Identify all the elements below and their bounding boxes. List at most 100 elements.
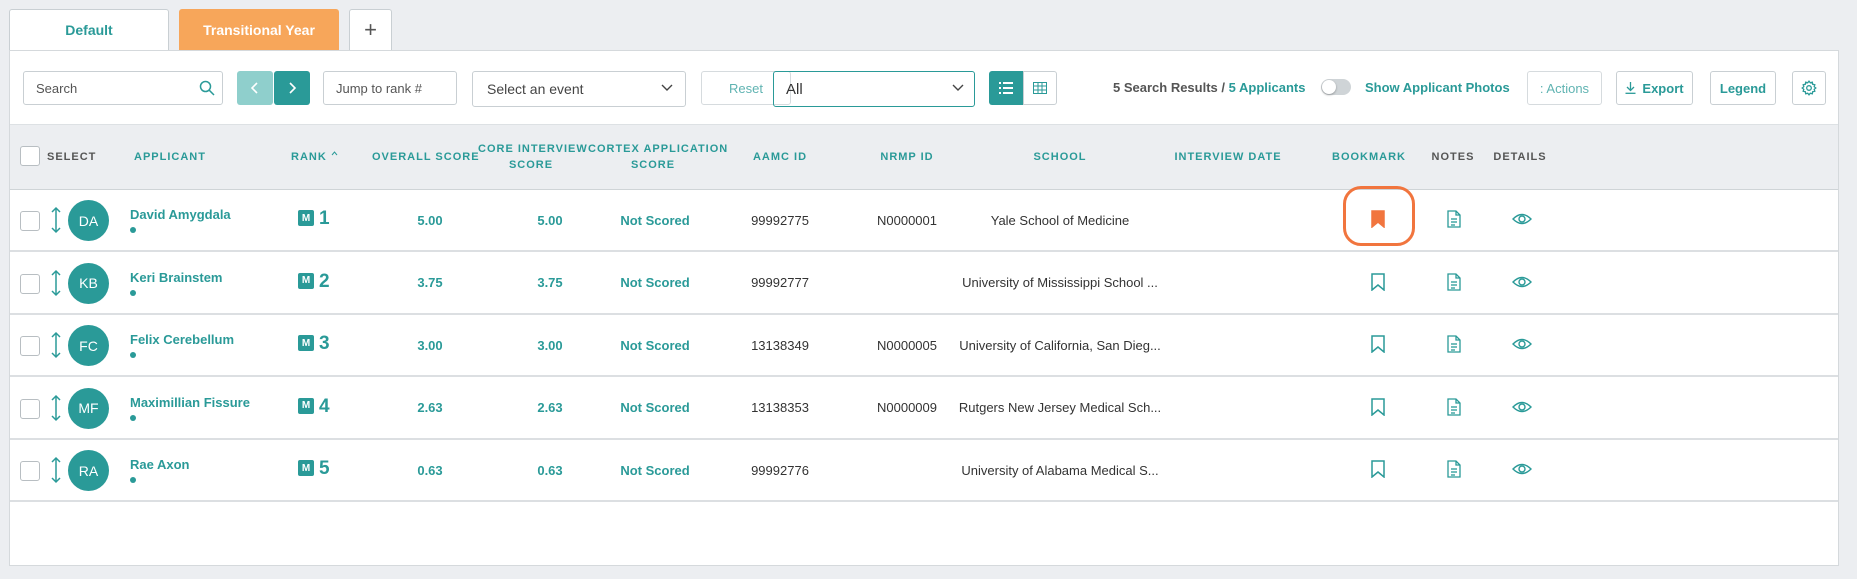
- nrmp-id: [867, 253, 947, 313]
- bookmark-icon[interactable]: [1371, 210, 1385, 228]
- avatar[interactable]: KB: [68, 262, 109, 304]
- filter-select-label: All: [786, 80, 803, 98]
- applicant-name-link[interactable]: Felix Cerebellum: [130, 332, 234, 347]
- bookmark-icon[interactable]: [1371, 335, 1385, 354]
- search-input[interactable]: [24, 72, 196, 104]
- column-rank-label: RANK: [291, 151, 327, 163]
- overall-score: 3.00: [417, 337, 443, 353]
- eye-icon[interactable]: [1512, 212, 1532, 226]
- row-select-checkbox[interactable]: [20, 273, 40, 294]
- event-select[interactable]: Select an event: [472, 71, 686, 107]
- filter-select[interactable]: All: [773, 71, 975, 107]
- applicant-name-link[interactable]: Rae Axon: [130, 457, 189, 472]
- rank-number: 3: [319, 333, 330, 355]
- drag-handle-icon[interactable]: [50, 394, 62, 422]
- status-dot: [130, 414, 136, 421]
- aamc-id: 13138353: [751, 400, 809, 416]
- column-overall-score[interactable]: OVERALL SCORE: [372, 149, 480, 165]
- jump-to-rank-input[interactable]: [324, 72, 456, 104]
- grid-view-button[interactable]: [1023, 71, 1057, 105]
- bookmark-icon[interactable]: [1371, 460, 1385, 479]
- tab-transitional-year[interactable]: Transitional Year: [179, 9, 339, 51]
- chevron-down-icon: [952, 84, 964, 91]
- column-applicant[interactable]: APPLICANT: [134, 149, 206, 165]
- column-cortex-line2: SCORE: [630, 159, 676, 171]
- results-applicants-link[interactable]: 5 Applicants: [1229, 80, 1306, 95]
- applicant-name-link[interactable]: David Amygdala: [130, 207, 231, 222]
- drag-handle-icon[interactable]: [50, 269, 62, 297]
- next-button[interactable]: [274, 71, 310, 105]
- tab-default[interactable]: Default: [9, 9, 169, 51]
- applicant-name-link[interactable]: Maximillian Fissure: [130, 395, 250, 410]
- gear-icon: [1801, 80, 1817, 96]
- legend-button[interactable]: Legend: [1710, 71, 1776, 105]
- rank-number: 5: [319, 458, 330, 480]
- search-icon[interactable]: [199, 80, 215, 96]
- school: University of Alabama Medical S...: [961, 462, 1159, 478]
- eye-icon[interactable]: [1512, 337, 1532, 351]
- sort-ascending-icon: [331, 151, 338, 156]
- column-nrmp-id[interactable]: NRMP ID: [867, 149, 947, 165]
- previous-button[interactable]: [237, 71, 273, 105]
- row-select-checkbox[interactable]: [20, 336, 40, 357]
- notes-icon[interactable]: [1447, 272, 1461, 291]
- core-interview-score: 0.63: [537, 462, 563, 478]
- notes-icon[interactable]: [1447, 398, 1461, 416]
- overall-score: 5.00: [417, 212, 443, 228]
- results-count: 5 Search Results /: [1113, 80, 1229, 95]
- drag-handle-icon[interactable]: [50, 206, 62, 234]
- overall-score: 0.63: [417, 462, 443, 478]
- core-interview-score: 2.63: [537, 400, 563, 416]
- bookmark-icon[interactable]: [1371, 272, 1385, 291]
- show-photos-toggle[interactable]: [1321, 79, 1351, 95]
- avatar[interactable]: RA: [68, 450, 109, 492]
- settings-button[interactable]: [1792, 71, 1826, 105]
- row-select-checkbox[interactable]: [20, 211, 40, 231]
- status-dot: [130, 477, 136, 484]
- row-select-checkbox[interactable]: [20, 398, 40, 419]
- bookmark-icon[interactable]: [1371, 398, 1385, 416]
- rank-badge: M: [298, 335, 314, 352]
- school: Rutgers New Jersey Medical Sch...: [958, 400, 1162, 416]
- chevron-right-icon: [289, 82, 297, 94]
- select-all-checkbox[interactable]: [20, 146, 40, 166]
- drag-handle-icon[interactable]: [50, 331, 62, 359]
- table-row: KB Keri Brainstem M 2 3.75 3.75 Not Scor…: [10, 253, 1838, 315]
- nrmp-id: N0000005: [877, 337, 937, 353]
- rank-number: 1: [319, 208, 330, 229]
- eye-icon[interactable]: [1512, 275, 1532, 289]
- list-view-button[interactable]: [989, 71, 1023, 105]
- results-summary: 5 Search Results / 5 Applicants: [1113, 80, 1305, 95]
- notes-icon[interactable]: [1447, 335, 1461, 353]
- avatar[interactable]: MF: [68, 387, 109, 429]
- avatar[interactable]: FC: [68, 325, 109, 367]
- eye-icon[interactable]: [1512, 462, 1532, 476]
- applicant-name-link[interactable]: Keri Brainstem: [130, 270, 222, 285]
- drag-handle-icon[interactable]: [50, 456, 62, 484]
- core-interview-score: 3.75: [537, 275, 563, 291]
- column-details: DETAILS: [1493, 151, 1547, 163]
- show-photos-label: Show Applicant Photos: [1365, 80, 1510, 95]
- actions-button[interactable]: : Actions: [1527, 71, 1602, 105]
- notes-icon[interactable]: [1447, 210, 1461, 228]
- rank-badge: M: [298, 210, 314, 226]
- column-cortex-application-score[interactable]: CORTEX APPLICATION SCORE: [588, 141, 727, 173]
- event-select-label: Select an event: [487, 81, 584, 97]
- jump-to-rank-field: [323, 71, 457, 105]
- row-select-checkbox[interactable]: [20, 461, 40, 482]
- export-button[interactable]: Export: [1616, 71, 1693, 105]
- notes-icon[interactable]: [1447, 460, 1461, 479]
- column-rank[interactable]: RANK: [291, 149, 338, 165]
- grid-icon: [1033, 82, 1047, 94]
- aamc-id: 99992776: [751, 462, 809, 478]
- column-core-interview-score[interactable]: CORE INTERVIEW SCORE: [478, 141, 587, 173]
- column-interview-date[interactable]: INTERVIEW DATE: [1170, 149, 1286, 165]
- avatar[interactable]: DA: [68, 200, 109, 241]
- column-school[interactable]: SCHOOL: [1010, 149, 1110, 165]
- column-aamc-id[interactable]: AAMC ID: [740, 149, 820, 165]
- column-select: SELECT: [47, 151, 97, 163]
- add-tab-button[interactable]: +: [349, 9, 392, 51]
- column-bookmark: BOOKMARK: [1332, 151, 1406, 163]
- status-dot: [130, 352, 136, 359]
- eye-icon[interactable]: [1512, 400, 1532, 414]
